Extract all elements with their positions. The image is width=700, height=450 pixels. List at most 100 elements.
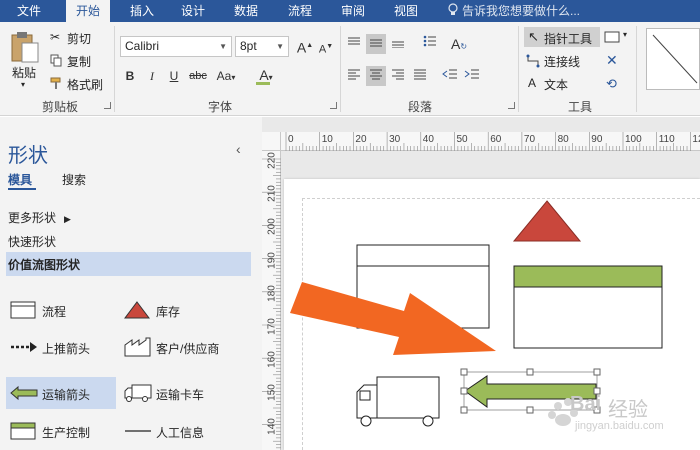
ruler-label: 160 (266, 351, 278, 369)
text-tool-button[interactable]: A 文本 (526, 76, 602, 92)
justify-icon (414, 69, 426, 80)
divider (518, 26, 519, 112)
shape-shipment-arrow[interactable]: 运输箭头 (6, 377, 116, 409)
cut-button[interactable]: ✂ 剪切 (50, 30, 110, 46)
collapse-panel-icon[interactable]: ‹ (236, 141, 241, 157)
paste-label: 粘贴 (12, 66, 37, 80)
shipment-arrow-icon (10, 385, 38, 401)
align-right-button[interactable] (388, 66, 408, 86)
tab-file[interactable]: 文件 (7, 0, 51, 22)
font-size-combo[interactable]: 8pt ▼ (235, 36, 289, 57)
tab-data[interactable]: 数据 (224, 0, 268, 22)
ruler-label: 120 (692, 134, 700, 145)
grow-font-button[interactable]: A▲ (295, 36, 315, 56)
pointer-tool-button[interactable]: ↖ 指针工具 (524, 27, 600, 47)
align-top-button[interactable] (344, 34, 364, 54)
shape-style-gallery[interactable] (646, 28, 700, 90)
truck-shape[interactable] (356, 376, 440, 427)
production-control-shape[interactable] (513, 265, 663, 349)
close-x-button[interactable]: ✕ (606, 52, 618, 69)
font-launcher-icon[interactable] (330, 102, 337, 109)
tab-review[interactable]: 审阅 (331, 0, 375, 22)
chevron-down-icon: ▼ (276, 42, 284, 51)
justify-button[interactable] (410, 66, 430, 86)
tab-process[interactable]: 流程 (278, 0, 322, 22)
font-color-button[interactable]: A▾ (251, 65, 281, 85)
connector-tool-button[interactable]: 连接线 (526, 53, 602, 69)
stencil-label: 价值流图形状 (8, 258, 81, 272)
tell-me-box[interactable]: 告诉我您想要做什么... (448, 0, 580, 22)
ruler-label: 170 (266, 318, 278, 335)
shape-push-arrow[interactable]: 上推箭头 (6, 331, 116, 363)
ruler-label: 100 (625, 134, 642, 145)
shape-supplier[interactable]: 客户/供应商 (120, 331, 250, 363)
ruler-label: 40 (422, 134, 434, 145)
ruler-label: 180 (266, 284, 278, 302)
push-arrow-icon (11, 342, 37, 352)
font-size-value: 8pt (240, 39, 257, 53)
tab-stencils[interactable]: 模具 (8, 171, 32, 188)
ribbon: 粘贴 ▾ ✂ 剪切 复制 格式刷 剪贴板 Calibri ▼ 8pt ▼ A▲ … (0, 22, 700, 116)
align-middle-button[interactable] (366, 34, 386, 54)
align-right-icon (392, 69, 404, 80)
shape-production-control[interactable]: 生产控制 (6, 415, 116, 447)
align-center-icon (370, 69, 382, 80)
shrink-font-button[interactable]: A▼ (316, 37, 336, 57)
format-painter-button[interactable]: 格式刷 (50, 76, 110, 92)
paragraph-launcher-icon[interactable] (508, 102, 515, 109)
inventory-triangle-shape[interactable] (512, 200, 582, 242)
shape-process[interactable]: 流程 (6, 294, 116, 326)
bullets-button[interactable] (420, 34, 440, 54)
chevron-down-icon: ▾ (623, 30, 628, 39)
font-group-label: 字体 (207, 100, 232, 114)
ruler-label: 90 (591, 134, 603, 145)
align-bottom-button[interactable] (388, 34, 408, 54)
scissors-icon: ✂ (50, 30, 61, 44)
chevron-down-icon: ▾ (268, 73, 273, 82)
bold-button[interactable]: B (120, 66, 140, 86)
increase-indent-button[interactable] (462, 66, 482, 86)
shape-label: 运输箭头 (42, 388, 91, 402)
underline-button[interactable]: U (164, 66, 184, 86)
align-middle-icon (370, 39, 382, 47)
shape-label: 库存 (156, 305, 181, 319)
italic-button[interactable]: I (142, 66, 162, 86)
align-left-button[interactable] (344, 66, 364, 86)
connection-point-button[interactable]: ⟲ (606, 76, 617, 92)
strikethrough-button[interactable]: abc (187, 66, 209, 86)
decrease-indent-button[interactable] (440, 66, 460, 86)
change-case-icon: Aa (216, 69, 232, 83)
ribbon-tab-bar: 文件 开始 插入 设计 数据 流程 审阅 视图 告诉我您想要做什么... (0, 0, 700, 22)
ruler-label: 20 (355, 134, 367, 145)
ruler-label: 150 (266, 384, 278, 402)
tab-view[interactable]: 视图 (384, 0, 428, 22)
inventory-triangle-icon (124, 301, 150, 319)
tab-insert[interactable]: 插入 (120, 0, 164, 22)
quick-shapes-item[interactable]: 快速形状 (8, 233, 56, 250)
shape-manual-info[interactable]: 人工信息 (120, 415, 250, 447)
increase-indent-icon (464, 69, 479, 79)
copy-button[interactable]: 复制 (50, 53, 110, 69)
stencil-value-stream[interactable]: 价值流图形状 (6, 252, 251, 276)
align-bottom-icon (392, 41, 404, 49)
shape-label: 人工信息 (156, 426, 205, 440)
paste-button[interactable]: 粘贴 ▾ (8, 28, 42, 92)
align-center-button[interactable] (366, 66, 386, 86)
more-shapes-item[interactable]: 更多形状 ▶ (8, 209, 71, 226)
shape-inventory[interactable]: 库存 (120, 294, 250, 326)
shape-label: 流程 (42, 305, 67, 319)
format-painter-label: 格式刷 (67, 78, 104, 92)
ruler-label: 80 (557, 134, 569, 145)
rectangle-tool-button[interactable]: ▾ (604, 30, 632, 46)
manual-info-icon (125, 430, 151, 432)
clipboard-launcher-icon[interactable] (104, 102, 111, 109)
shape-truck[interactable]: 运输卡车 (120, 377, 250, 409)
tab-search[interactable]: 搜索 (62, 171, 86, 188)
tab-home[interactable]: 开始 (66, 0, 110, 22)
font-name-combo[interactable]: Calibri ▼ (120, 36, 232, 57)
change-case-button[interactable]: Aa▾ (212, 66, 240, 86)
font-color-icon: A (259, 67, 269, 83)
text-direction-button[interactable]: A↻ (449, 34, 469, 54)
text-direction-icon: A (450, 36, 461, 52)
tab-design[interactable]: 设计 (171, 0, 215, 22)
